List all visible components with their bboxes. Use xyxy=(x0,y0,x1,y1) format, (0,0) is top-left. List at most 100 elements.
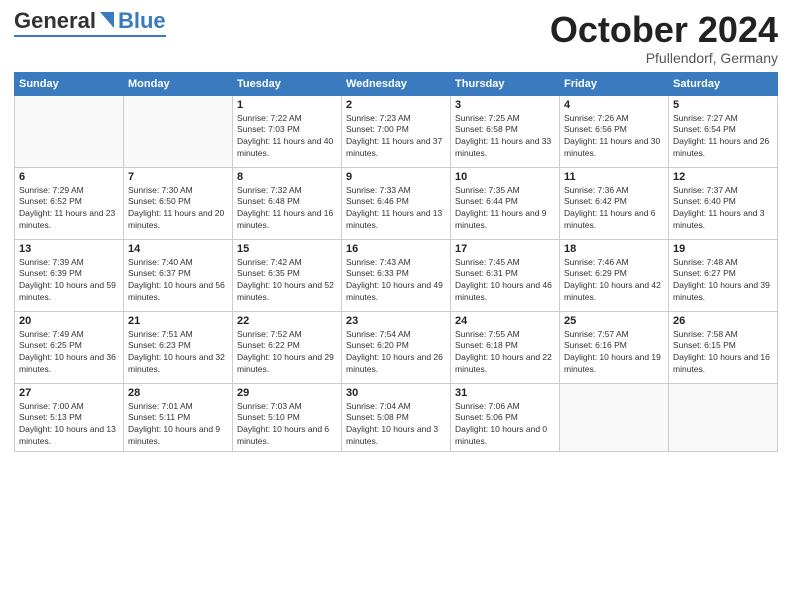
day-number: 21 xyxy=(128,315,228,327)
table-row: 4 Sunrise: 7:26 AM Sunset: 6:56 PM Daylig… xyxy=(560,95,669,167)
table-row: 20 Sunrise: 7:49 AM Sunset: 6:25 PM Dayli… xyxy=(15,311,124,383)
day-number: 15 xyxy=(237,243,337,255)
day-number: 11 xyxy=(564,171,664,183)
table-row: 13 Sunrise: 7:39 AM Sunset: 6:39 PM Dayli… xyxy=(15,239,124,311)
table-row: 21Sunrise: 7:51 AM Sunset: 6:23 PM Dayli… xyxy=(124,311,233,383)
day-info: Sunrise: 7:37 AM Sunset: 6:40 PM Dayligh… xyxy=(673,185,773,233)
table-row: 6 Sunrise: 7:29 AM Sunset: 6:52 PM Daylig… xyxy=(15,167,124,239)
table-row: 7Sunrise: 7:30 AM Sunset: 6:50 PM Daylig… xyxy=(124,167,233,239)
day-info: Sunrise: 7:26 AM Sunset: 6:56 PM Dayligh… xyxy=(564,113,664,161)
day-info: Sunrise: 7:42 AM Sunset: 6:35 PM Dayligh… xyxy=(237,257,337,305)
table-row: 12 Sunrise: 7:37 AM Sunset: 6:40 PM Dayli… xyxy=(669,167,778,239)
day-info: Sunrise: 7:30 AM Sunset: 6:50 PM Dayligh… xyxy=(128,185,228,233)
day-number: 25 xyxy=(564,315,664,327)
day-number: 2 xyxy=(346,99,446,111)
table-row: 15 Sunrise: 7:42 AM Sunset: 6:35 PM Dayli… xyxy=(233,239,342,311)
day-number: 1 xyxy=(237,99,337,111)
table-row: 11 Sunrise: 7:36 AM Sunset: 6:42 PM Dayli… xyxy=(560,167,669,239)
day-info: Sunrise: 7:45 AM Sunset: 6:31 PM Dayligh… xyxy=(455,257,555,305)
day-info: Sunrise: 7:27 AM Sunset: 6:54 PM Dayligh… xyxy=(673,113,773,161)
day-info: Sunrise: 7:39 AM Sunset: 6:39 PM Dayligh… xyxy=(19,257,119,305)
day-info: Sunrise: 7:32 AM Sunset: 6:48 PM Dayligh… xyxy=(237,185,337,233)
day-number: 19 xyxy=(673,243,773,255)
day-number: 24 xyxy=(455,315,555,327)
table-row: 3 Sunrise: 7:25 AM Sunset: 6:58 PM Daylig… xyxy=(451,95,560,167)
day-number: 29 xyxy=(237,387,337,399)
month-title: October 2024 xyxy=(550,10,778,50)
table-row xyxy=(560,383,669,452)
day-info: Sunrise: 7:55 AM Sunset: 6:18 PM Dayligh… xyxy=(455,329,555,377)
day-info: Sunrise: 7:36 AM Sunset: 6:42 PM Dayligh… xyxy=(564,185,664,233)
table-row: 9 Sunrise: 7:33 AM Sunset: 6:46 PM Daylig… xyxy=(342,167,451,239)
day-number: 23 xyxy=(346,315,446,327)
day-info: Sunrise: 7:23 AM Sunset: 7:00 PM Dayligh… xyxy=(346,113,446,161)
table-row: 8 Sunrise: 7:32 AM Sunset: 6:48 PM Daylig… xyxy=(233,167,342,239)
title-area: October 2024 Pfullendorf, Germany xyxy=(550,10,778,66)
day-info: Sunrise: 7:49 AM Sunset: 6:25 PM Dayligh… xyxy=(19,329,119,377)
day-info: Sunrise: 7:48 AM Sunset: 6:27 PM Dayligh… xyxy=(673,257,773,305)
table-row: 1 Sunrise: 7:22 AM Sunset: 7:03 PM Daylig… xyxy=(233,95,342,167)
day-number: 9 xyxy=(346,171,446,183)
day-number: 8 xyxy=(237,171,337,183)
table-row: 29 Sunrise: 7:03 AM Sunset: 5:10 PM Dayli… xyxy=(233,383,342,452)
day-number: 17 xyxy=(455,243,555,255)
col-friday: Friday xyxy=(560,72,669,95)
calendar-table: Sunday Monday Tuesday Wednesday Thursday… xyxy=(14,72,778,453)
col-tuesday: Tuesday xyxy=(233,72,342,95)
day-info: Sunrise: 7:33 AM Sunset: 6:46 PM Dayligh… xyxy=(346,185,446,233)
day-info: Sunrise: 7:58 AM Sunset: 6:15 PM Dayligh… xyxy=(673,329,773,377)
table-row: 30 Sunrise: 7:04 AM Sunset: 5:08 PM Dayli… xyxy=(342,383,451,452)
day-info: Sunrise: 7:52 AM Sunset: 6:22 PM Dayligh… xyxy=(237,329,337,377)
day-info: Sunrise: 7:04 AM Sunset: 5:08 PM Dayligh… xyxy=(346,401,446,449)
table-row xyxy=(669,383,778,452)
col-thursday: Thursday xyxy=(451,72,560,95)
table-row: 26 Sunrise: 7:58 AM Sunset: 6:15 PM Dayli… xyxy=(669,311,778,383)
table-row: 18Sunrise: 7:46 AM Sunset: 6:29 PM Dayli… xyxy=(560,239,669,311)
day-info: Sunrise: 7:01 AM Sunset: 5:11 PM Dayligh… xyxy=(128,401,228,449)
day-info: Sunrise: 7:29 AM Sunset: 6:52 PM Dayligh… xyxy=(19,185,119,233)
day-info: Sunrise: 7:03 AM Sunset: 5:10 PM Dayligh… xyxy=(237,401,337,449)
day-number: 3 xyxy=(455,99,555,111)
day-info: Sunrise: 7:00 AM Sunset: 5:13 PM Dayligh… xyxy=(19,401,119,449)
day-info: Sunrise: 7:22 AM Sunset: 7:03 PM Dayligh… xyxy=(237,113,337,161)
col-saturday: Saturday xyxy=(669,72,778,95)
col-wednesday: Wednesday xyxy=(342,72,451,95)
day-number: 27 xyxy=(19,387,119,399)
day-number: 4 xyxy=(564,99,664,111)
day-number: 30 xyxy=(346,387,446,399)
page-container: General Blue October 2024 Pfullendorf, G… xyxy=(0,0,792,460)
day-info: Sunrise: 7:43 AM Sunset: 6:33 PM Dayligh… xyxy=(346,257,446,305)
day-number: 5 xyxy=(673,99,773,111)
day-number: 22 xyxy=(237,315,337,327)
day-number: 12 xyxy=(673,171,773,183)
day-number: 31 xyxy=(455,387,555,399)
day-number: 16 xyxy=(346,243,446,255)
table-row xyxy=(124,95,233,167)
header: General Blue October 2024 Pfullendorf, G… xyxy=(14,10,778,66)
table-row: 10Sunrise: 7:35 AM Sunset: 6:44 PM Dayli… xyxy=(451,167,560,239)
table-row: 17 Sunrise: 7:45 AM Sunset: 6:31 PM Dayli… xyxy=(451,239,560,311)
table-row: 28 Sunrise: 7:01 AM Sunset: 5:11 PM Dayli… xyxy=(124,383,233,452)
day-info: Sunrise: 7:25 AM Sunset: 6:58 PM Dayligh… xyxy=(455,113,555,161)
table-row: 2 Sunrise: 7:23 AM Sunset: 7:00 PM Daylig… xyxy=(342,95,451,167)
day-info: Sunrise: 7:06 AM Sunset: 5:06 PM Dayligh… xyxy=(455,401,555,449)
calendar-header-row: Sunday Monday Tuesday Wednesday Thursday… xyxy=(15,72,778,95)
table-row: 22 Sunrise: 7:52 AM Sunset: 6:22 PM Dayli… xyxy=(233,311,342,383)
table-row: 24 Sunrise: 7:55 AM Sunset: 6:18 PM Dayli… xyxy=(451,311,560,383)
day-info: Sunrise: 7:35 AM Sunset: 6:44 PM Dayligh… xyxy=(455,185,555,233)
table-row: 27 Sunrise: 7:00 AM Sunset: 5:13 PM Dayli… xyxy=(15,383,124,452)
day-number: 18 xyxy=(564,243,664,255)
day-info: Sunrise: 7:54 AM Sunset: 6:20 PM Dayligh… xyxy=(346,329,446,377)
day-info: Sunrise: 7:40 AM Sunset: 6:37 PM Dayligh… xyxy=(128,257,228,305)
table-row: 5 Sunrise: 7:27 AM Sunset: 6:54 PM Daylig… xyxy=(669,95,778,167)
col-sunday: Sunday xyxy=(15,72,124,95)
day-number: 28 xyxy=(128,387,228,399)
table-row: 19 Sunrise: 7:48 AM Sunset: 6:27 PM Dayli… xyxy=(669,239,778,311)
col-monday: Monday xyxy=(124,72,233,95)
table-row: 31 Sunrise: 7:06 AM Sunset: 5:06 PM Dayli… xyxy=(451,383,560,452)
table-row: 25Sunrise: 7:57 AM Sunset: 6:16 PM Dayli… xyxy=(560,311,669,383)
day-number: 13 xyxy=(19,243,119,255)
day-number: 6 xyxy=(19,171,119,183)
day-number: 20 xyxy=(19,315,119,327)
day-number: 26 xyxy=(673,315,773,327)
